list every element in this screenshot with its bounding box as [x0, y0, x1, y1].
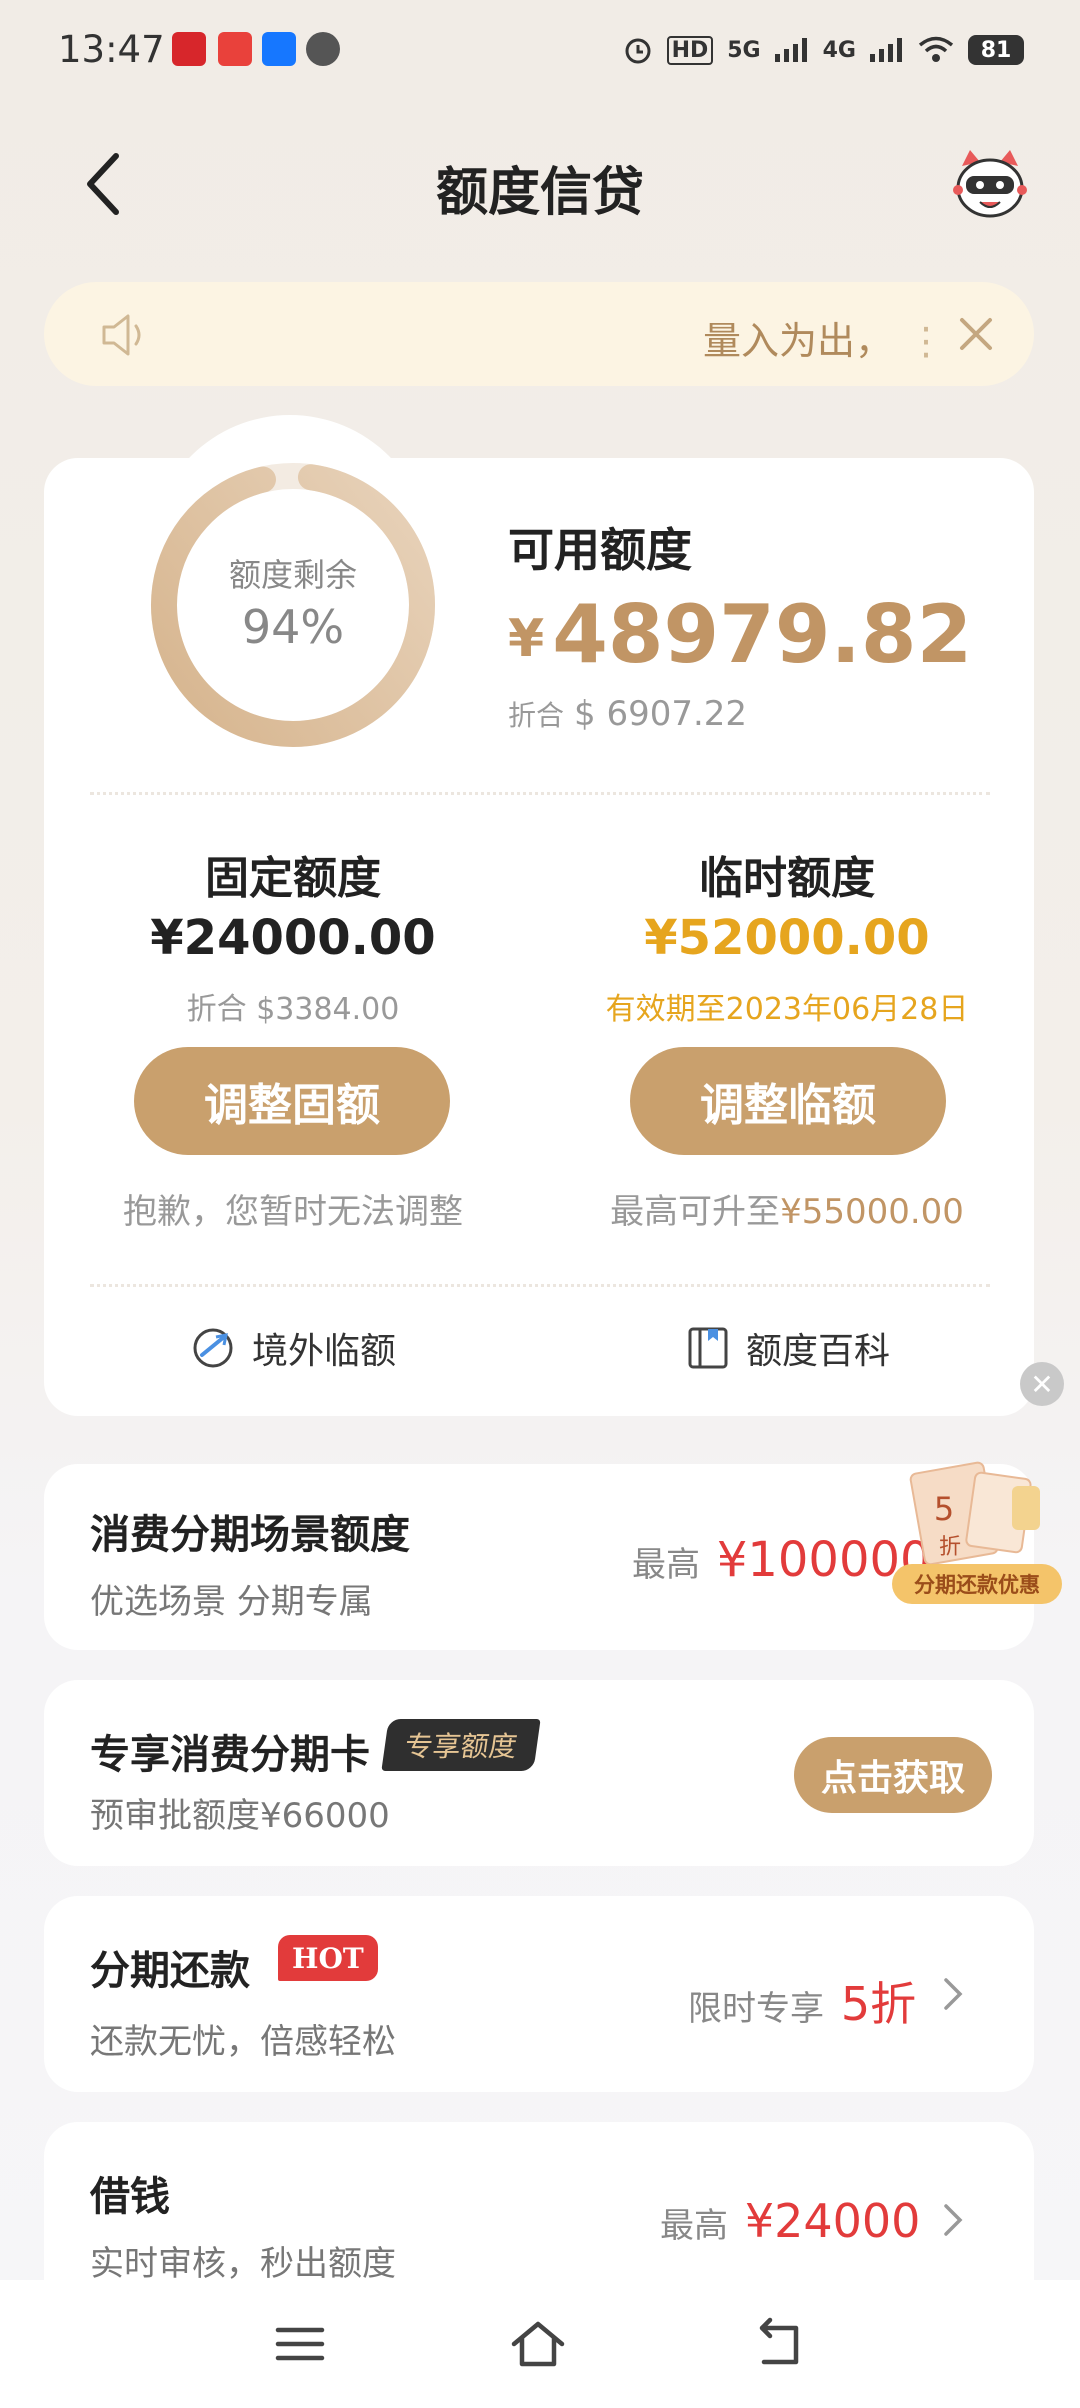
fixed-quota-usd: 折合 $3384.00: [186, 992, 400, 1027]
temp-quota-validity: 有效期至2023年06月28日: [605, 992, 969, 1027]
status-indicators: HD 5G 4G 81: [623, 30, 1024, 70]
hd-icon: HD: [666, 35, 714, 65]
speaker-icon: [102, 314, 141, 356]
battery-icon: 81: [968, 35, 1024, 65]
get-exclusive-card-button[interactable]: 点击获取: [794, 1737, 992, 1813]
page-title: 额度信贷: [435, 163, 644, 223]
chevron-right-icon[interactable]: [942, 1976, 964, 2012]
wifi-icon: [918, 36, 954, 62]
temp-quota-title: 临时额度: [699, 853, 875, 904]
globe-plane-icon: [193, 1328, 233, 1368]
installment-scene-max: 最高 ¥100000: [632, 1532, 931, 1588]
signal-bars-icon: [870, 38, 902, 62]
temp-quota-note: 最高可升至¥55000.00: [610, 1192, 964, 1232]
installment-discount-badge[interactable]: 5 折 分期还款优惠: [892, 1446, 1062, 1606]
exclusive-card-title: 专享消费分期卡: [90, 1732, 370, 1778]
discount-caption: 分期还款优惠: [914, 1573, 1040, 1597]
adjust-temp-quota-button[interactable]: 调整临额: [630, 1047, 946, 1155]
fixed-quota-note: 抱歉，您暂时无法调整: [123, 1192, 463, 1232]
discount-number: 5: [934, 1490, 954, 1528]
signal-4g-icon: 4G: [822, 37, 856, 63]
installment-scene-title: 消费分期场景额度: [90, 1512, 410, 1558]
book-icon: [688, 1327, 728, 1369]
chevron-right-icon[interactable]: [942, 2202, 964, 2238]
alipay-notification-icon: [262, 32, 296, 66]
fixed-quota-title: 固定额度: [205, 853, 381, 904]
close-icon[interactable]: ✕: [1020, 1362, 1064, 1406]
temp-quota-amount: ¥52000.00: [644, 910, 930, 966]
available-quota-title: 可用额度: [508, 523, 692, 577]
available-quota-usd: 折合 $ 6907.22: [508, 694, 748, 734]
discount-unit: 折: [939, 1535, 961, 1560]
app-notification-icon: [306, 32, 340, 66]
home-icon[interactable]: [510, 2316, 566, 2372]
app-notification-icon: [218, 32, 252, 66]
signal-5g-icon: 5G: [727, 37, 761, 63]
mascot-icon[interactable]: [952, 146, 1028, 222]
overseas-temp-quota-link[interactable]: 境外临额: [190, 1322, 396, 1374]
installment-repay-title: 分期还款: [90, 1948, 250, 1994]
menu-icon[interactable]: [272, 2316, 328, 2372]
exclusive-card-subtitle: 预审批额度¥66000: [90, 1796, 390, 1836]
divider: [90, 1284, 990, 1287]
overseas-link-label: 境外临额: [252, 1331, 397, 1372]
exclusive-quota-tag: 专享额度: [381, 1719, 541, 1771]
signal-bars-icon: [774, 38, 807, 62]
divider: [90, 792, 990, 795]
status-time: 13:47: [58, 28, 165, 71]
available-quota-amount: ¥48979.82: [508, 588, 973, 681]
installment-repay-subtitle: 还款无忧，倍感轻松: [90, 2022, 396, 2062]
notice-text: 量入为出， ⋮: [702, 319, 945, 363]
installment-repay-offer: 限时专享 5折: [688, 1977, 917, 2031]
fixed-quota-amount: ¥24000.00: [150, 910, 436, 966]
back-nav-icon[interactable]: [752, 2316, 808, 2372]
borrow-title: 借钱: [90, 2174, 170, 2220]
borrow-max: 最高 ¥24000: [660, 2194, 921, 2248]
alarm-icon: [625, 38, 651, 64]
hot-badge: HOT: [278, 1935, 378, 1981]
borrow-subtitle: 实时审核，秒出额度: [90, 2244, 396, 2284]
close-icon[interactable]: [958, 316, 994, 352]
encyclopedia-link-label: 额度百科: [746, 1331, 891, 1372]
quota-encyclopedia-link[interactable]: 额度百科: [686, 1322, 890, 1374]
installment-scene-subtitle: 优选场景 分期专属: [90, 1582, 373, 1622]
adjust-fixed-quota-button[interactable]: 调整固额: [134, 1047, 450, 1155]
app-notification-icon: [172, 32, 206, 66]
ring-percent: 94%: [241, 600, 345, 654]
ring-label: 额度剩余: [228, 556, 357, 594]
